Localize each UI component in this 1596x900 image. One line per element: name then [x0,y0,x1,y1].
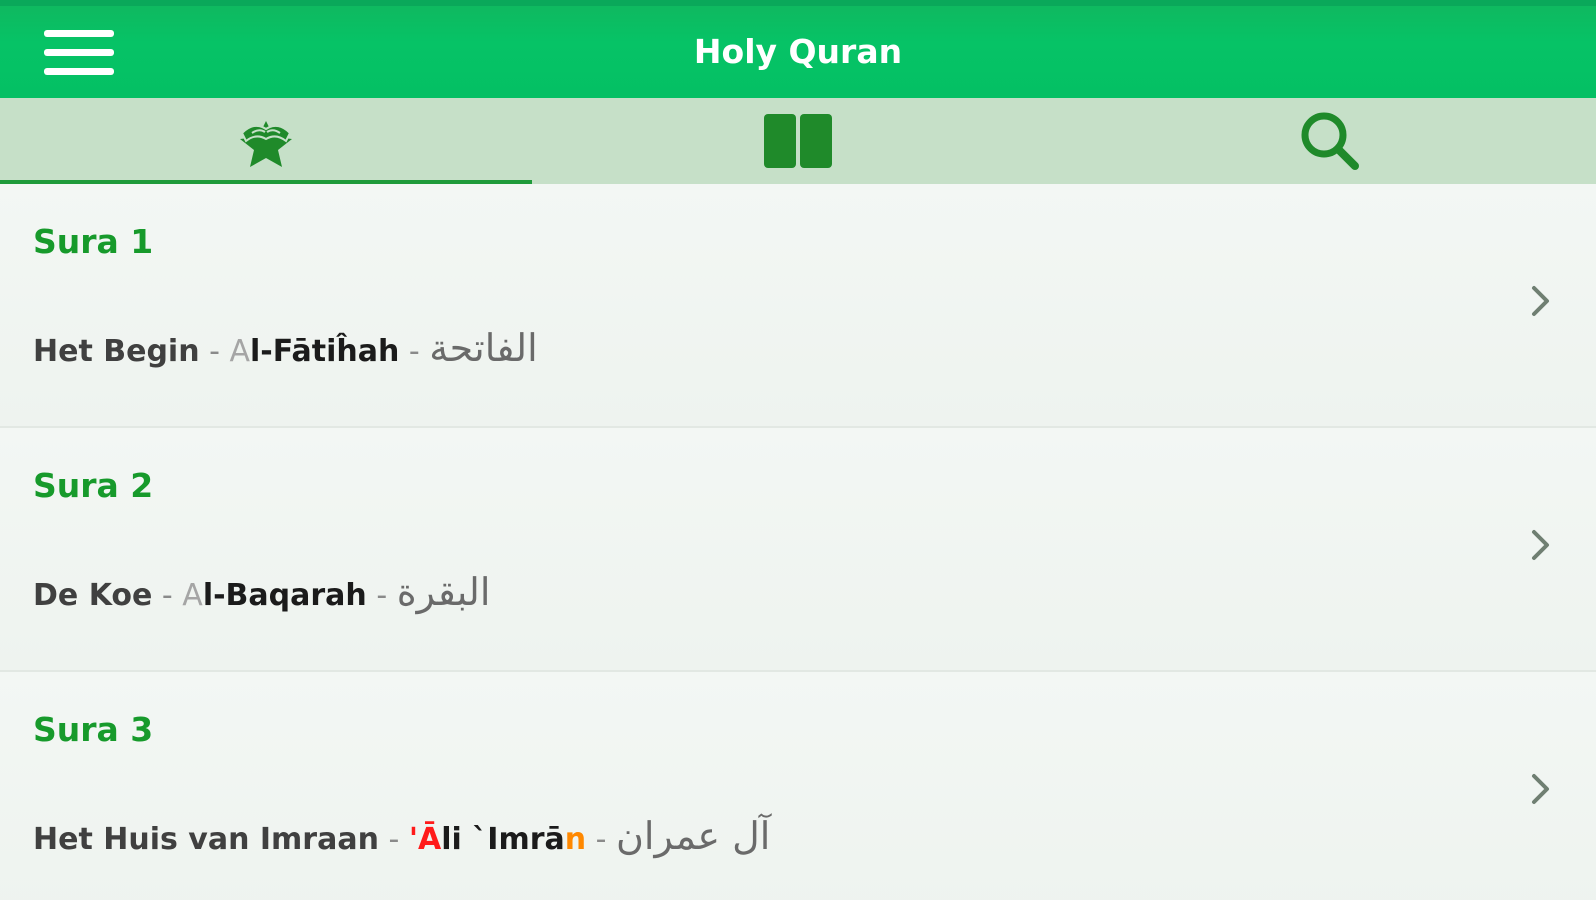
sura-translation: Het Begin [33,334,200,369]
app-header: Holy Quran [0,0,1596,98]
sura-translation: Het Huis van Imraan [33,822,379,857]
sura-row[interactable]: Sura 2 De Koe - Al-Baqarah - البقرة [0,428,1596,672]
sura-transliteration: Al-Fātiĥah [229,334,400,369]
sura-arabic-name: آل عمران [616,814,771,858]
chevron-right-icon [1532,774,1549,804]
sura-number: Sura 2 [33,466,154,505]
sura-list: Sura 1 Het Begin - Al-Fātiĥah - الفاتحة … [0,184,1596,900]
sura-transliteration: 'Āli `Imrān [408,822,587,857]
sura-number: Sura 3 [33,710,154,749]
tab-bar [0,98,1596,184]
search-icon [1301,112,1359,170]
chevron-right-icon [1532,286,1549,316]
quran-star-icon [240,121,292,167]
book-columns-icon [764,114,832,168]
sura-transliteration: Al-Baqarah [182,578,367,613]
tab-quran[interactable] [0,98,532,184]
sura-number: Sura 1 [33,222,154,261]
chevron-right-icon [1532,530,1549,560]
sura-names: De Koe - Al-Baqarah - البقرة [33,570,491,614]
sura-arabic-name: الفاتحة [429,326,538,370]
sura-row[interactable]: Sura 3 Het Huis van Imraan - 'Āli `Imrān… [0,672,1596,900]
sura-translation: De Koe [33,578,153,613]
sura-row[interactable]: Sura 1 Het Begin - Al-Fātiĥah - الفاتحة [0,184,1596,428]
tab-reader[interactable] [532,98,1064,184]
app-title: Holy Quran [693,32,903,71]
tab-search[interactable] [1064,98,1596,184]
sura-names: Het Begin - Al-Fātiĥah - الفاتحة [33,326,538,370]
sura-arabic-name: البقرة [396,570,491,614]
sura-names: Het Huis van Imraan - 'Āli `Imrān - آل ع… [33,814,771,858]
app-window: Holy Quran Sura 1 Het Begin - Al-Fātiĥah… [0,0,1596,900]
